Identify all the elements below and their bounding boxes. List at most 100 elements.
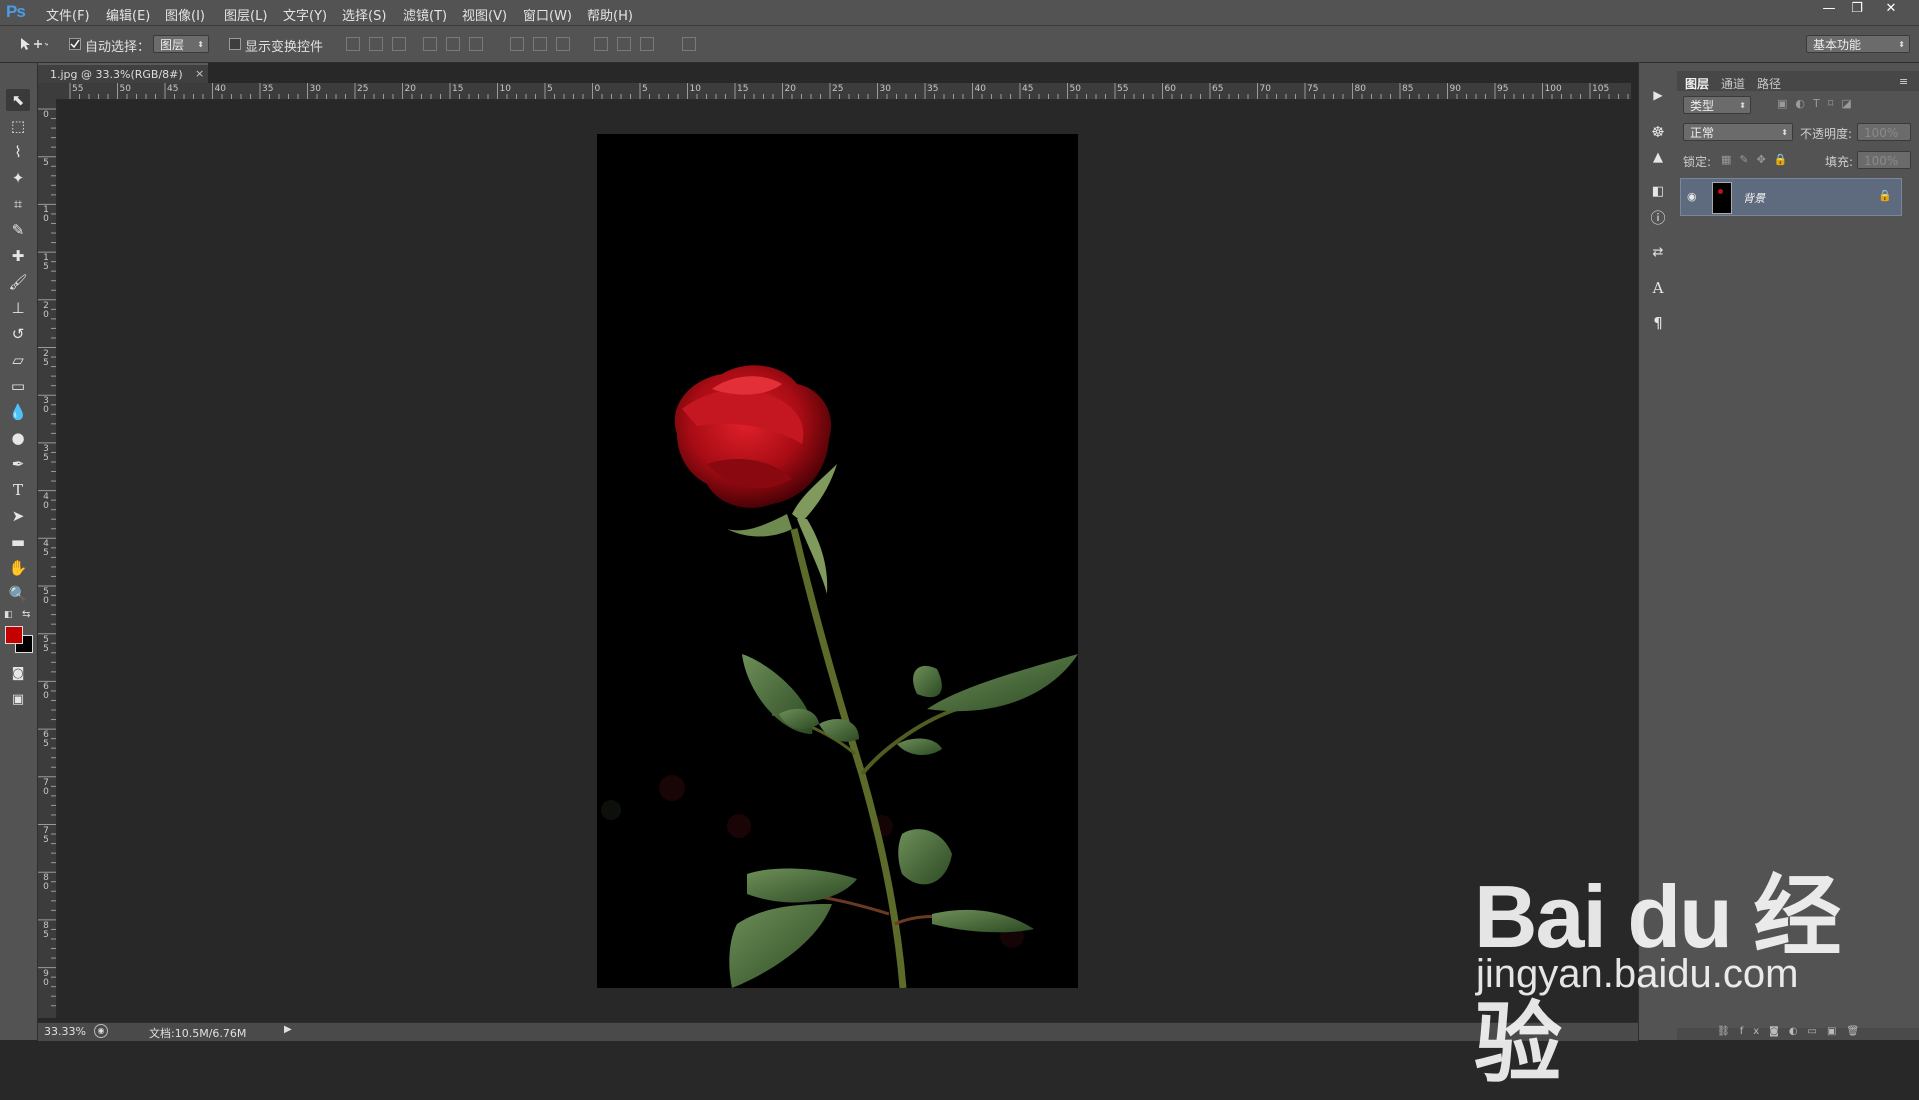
distribute-hcenter-icon[interactable] [617,37,631,51]
menu-select[interactable]: 选择(S) [342,5,386,24]
ruler-label: 35 [43,443,49,463]
menu-type[interactable]: 文字(Y) [283,5,327,24]
align-hcenter-icon[interactable] [446,37,460,51]
ruler-origin[interactable] [38,83,56,99]
menu-edit[interactable]: 编辑(E) [106,5,150,24]
ruler-label: 5 [547,84,553,94]
ruler-label: 75 [43,825,49,845]
navigator-icon[interactable]: ☸ [1646,120,1670,144]
play-icon[interactable]: ▶ [1646,83,1670,107]
document-tab[interactable]: 1.jpg @ 33.3%(RGB/8#) × [38,63,208,85]
tab-paths[interactable]: 路径 [1757,75,1781,92]
ruler-label: 40 [974,84,986,94]
magic-wand-tool-icon[interactable]: ✦ [6,167,30,189]
ruler-label: 80 [1354,84,1366,94]
shape-tool-icon[interactable]: ▬ [6,531,30,553]
align-bottom-icon[interactable] [392,37,406,51]
fill-input[interactable]: 100% [1857,151,1911,169]
ruler-label: 35 [262,84,274,94]
photoshop-logo: Ps [6,2,26,21]
status-menu-arrow-icon[interactable]: ▶ [284,1024,292,1035]
type-tool-icon[interactable]: T [6,479,30,501]
menu-image[interactable]: 图像(I) [165,5,205,24]
brush-tool-icon[interactable]: 🖌 [6,271,30,293]
move-tool-icon[interactable]: ⬉ [6,89,30,111]
crop-tool-icon[interactable]: ⌗ [6,193,30,215]
foreground-color-swatch[interactable] [5,626,23,644]
close-button[interactable]: ✕ [1878,0,1904,18]
filter-icons[interactable]: ▣◐T⌑◪ [1777,97,1860,110]
blend-mode-dropdown[interactable]: 正常 ⬍ [1683,123,1793,141]
menu-file[interactable]: 文件(F) [46,5,90,24]
move-tool-icon[interactable] [18,36,48,52]
default-colors-icon[interactable]: ◧ [4,610,13,620]
histogram-icon[interactable]: ▲ [1646,146,1670,170]
hand-tool-icon[interactable]: ✋ [6,557,30,579]
document-tab-close-icon[interactable]: × [195,67,204,80]
marquee-tool-icon[interactable]: ⬚ [6,115,30,137]
swap-colors-icon[interactable]: ⇆ [22,609,30,620]
healing-brush-tool-icon[interactable]: ✚ [6,245,30,267]
menu-view[interactable]: 视图(V) [462,5,507,24]
dodge-tool-icon[interactable]: ● [6,427,30,449]
character-icon[interactable]: A [1646,276,1670,300]
menu-help[interactable]: 帮助(H) [587,5,633,24]
restore-button[interactable]: ❐ [1844,0,1870,18]
show-transform-checkbox[interactable] [229,38,241,50]
opacity-input[interactable]: 100% [1857,123,1911,141]
align-right-icon[interactable] [469,37,483,51]
status-info-icon[interactable]: ◉ [94,1024,108,1038]
paragraph-icon[interactable]: ¶ [1646,311,1670,335]
menu-bar: Ps 文件(F) 编辑(E) 图像(I) 图层(L) 文字(Y) 选择(S) 滤… [0,0,1919,26]
lock-icons[interactable]: ▦✎✥🔒 [1721,153,1796,166]
distribute-vcenter-icon[interactable] [533,37,547,51]
align-vcenter-icon[interactable] [369,37,383,51]
menu-filter[interactable]: 滤镜(T) [403,5,447,24]
eyedropper-tool-icon[interactable]: ✎ [6,219,30,241]
ruler-label: 25 [357,84,369,94]
distribute-left-icon[interactable] [594,37,608,51]
screen-mode-icon[interactable]: ▣ [6,689,30,711]
eraser-tool-icon[interactable]: ▱ [6,349,30,371]
layer-name[interactable]: 背景 [1743,190,1765,206]
align-top-icon[interactable] [346,37,360,51]
ruler-label: 55 [43,634,49,654]
eye-icon[interactable]: ◉ [1687,190,1697,203]
auto-select-target-dropdown[interactable]: 图层 ⬍ [153,35,209,53]
distribute-top-icon[interactable] [510,37,524,51]
workspace-dropdown[interactable]: 基本功能 ⬍ [1806,35,1910,53]
zoom-level[interactable]: 33.33% [44,1025,86,1038]
distribute-right-icon[interactable] [640,37,654,51]
history-icon[interactable]: ⇄ [1646,241,1670,265]
zoom-tool-icon[interactable]: 🔍 [6,583,30,605]
lock-icon: 🔒 [1878,189,1892,202]
layer-filter-dropdown[interactable]: 类型 ⬍ [1683,96,1751,114]
pen-tool-icon[interactable]: ✒ [6,453,30,475]
menu-window[interactable]: 窗口(W) [523,5,572,24]
info-icon[interactable]: ⓘ [1646,206,1670,230]
check-icon [70,39,80,49]
blur-tool-icon[interactable]: 💧 [6,401,30,423]
horizontal-ruler[interactable]: 55 50 45 40 35 30 25 20 15 10 5 0 5 10 15 20 25 30 35 40 45 5… [56,83,1631,100]
layer-row-background[interactable]: ◉ 背景 🔒 [1680,178,1902,216]
filter-kind-value: 类型 [1690,99,1715,113]
color-icon[interactable]: ◧ [1646,180,1670,204]
quick-mask-icon[interactable]: ◙ [6,663,30,685]
panel-menu-icon[interactable]: ≡ [1899,75,1908,88]
tab-channels[interactable]: 通道 [1721,75,1745,92]
auto-align-icon[interactable] [682,37,696,51]
align-left-icon[interactable] [423,37,437,51]
gradient-tool-icon[interactable]: ▭ [6,375,30,397]
history-brush-tool-icon[interactable]: ↺ [6,323,30,345]
path-select-tool-icon[interactable]: ➤ [6,505,30,527]
tab-layers[interactable]: 图层 [1685,75,1709,92]
menu-layer[interactable]: 图层(L) [224,5,267,24]
clone-stamp-tool-icon[interactable]: ⊥ [6,297,30,319]
auto-select-checkbox[interactable] [69,38,81,50]
document-canvas[interactable] [597,134,1078,988]
vertical-ruler[interactable]: 0 5 10 15 20 25 30 35 40 45 50 55 60 65 70 75 80 85 90 [38,99,57,1018]
lasso-tool-icon[interactable]: ⌇ [6,141,30,163]
minimize-button[interactable]: — [1816,0,1842,18]
blend-mode-value: 正常 [1690,126,1715,140]
distribute-bottom-icon[interactable] [556,37,570,51]
